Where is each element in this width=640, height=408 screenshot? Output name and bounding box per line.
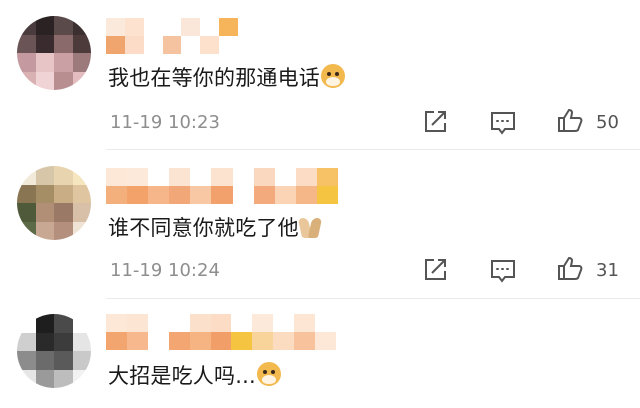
comment-text-content: 我也在等你的那通电话 [108, 66, 320, 90]
username[interactable] [106, 18, 238, 54]
doge-emoji [321, 64, 345, 88]
share-icon [425, 111, 446, 132]
share-button[interactable] [422, 257, 448, 283]
username[interactable] [106, 168, 338, 204]
comment-text: 大招是吃人吗... [108, 360, 281, 390]
like-button[interactable] [556, 106, 584, 134]
reply-button[interactable] [489, 258, 517, 284]
comment-text-content: 大招是吃人吗... [108, 364, 256, 388]
like-button[interactable] [556, 254, 584, 282]
share-icon [425, 259, 446, 280]
avatar[interactable] [17, 314, 91, 388]
pray-emoji [299, 216, 321, 238]
comment-item: 大招是吃人吗... [0, 298, 640, 408]
share-button[interactable] [422, 109, 448, 135]
comment-text: 我也在等你的那通电话 [108, 62, 345, 92]
comment-text: 谁不同意你就吃了他 [108, 212, 321, 242]
like-icon [558, 256, 583, 280]
comment-item: 谁不同意你就吃了他 11-19 10:24 31 [0, 150, 640, 300]
comment-timestamp: 11-19 10:23 [110, 112, 220, 133]
username[interactable] [106, 314, 336, 350]
avatar[interactable] [17, 166, 91, 240]
comment-timestamp: 11-19 10:24 [110, 260, 220, 281]
comment-text-content: 谁不同意你就吃了他 [108, 216, 299, 240]
doge-emoji [256, 362, 281, 386]
reply-button[interactable] [489, 110, 517, 136]
comment-icon [491, 260, 515, 283]
like-icon [558, 108, 583, 132]
comment-icon [491, 112, 515, 135]
like-count: 50 [596, 112, 619, 133]
like-count: 31 [596, 260, 619, 281]
avatar[interactable] [17, 16, 91, 90]
comment-item: 我也在等你的那通电话 11-19 10:23 50 [0, 0, 640, 150]
